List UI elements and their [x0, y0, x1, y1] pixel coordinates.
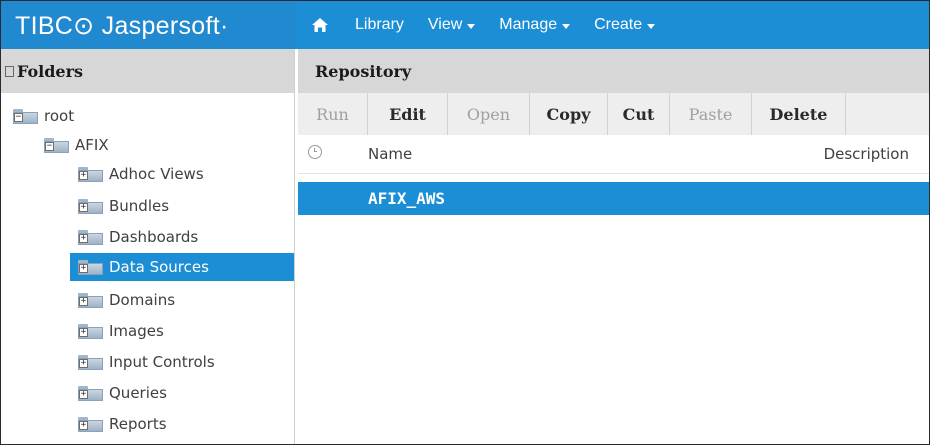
tree-item-input-controls[interactable]: + Input Controls: [78, 348, 215, 376]
folders-title: Folders: [17, 61, 84, 81]
nav-library-label: Library: [355, 16, 404, 33]
edit-button[interactable]: Edit: [368, 93, 448, 135]
tree-item-reports[interactable]: + Reports: [78, 410, 167, 438]
top-navigation-bar: TIBC⊙ Jaspersoft· Library View Manage Cr…: [1, 1, 929, 49]
cut-button[interactable]: Cut: [608, 93, 670, 135]
tree-item-label: Adhoc Views: [109, 165, 204, 183]
table-row[interactable]: AFIX_AWS: [298, 182, 929, 215]
run-button[interactable]: Run: [298, 93, 368, 135]
nav-library[interactable]: Library: [343, 1, 416, 49]
tree-item-label: Queries: [109, 384, 167, 402]
repository-title: Repository: [315, 61, 412, 81]
clock-icon[interactable]: [308, 145, 322, 159]
copy-button[interactable]: Copy: [530, 93, 608, 135]
home-icon: [312, 18, 328, 32]
column-description: Description: [823, 145, 909, 163]
folder-icon: +: [78, 292, 103, 308]
tree-item-bundles[interactable]: + Bundles: [78, 192, 169, 220]
tree-item-label: Images: [109, 322, 164, 340]
nav-manage-label: Manage: [499, 16, 558, 33]
tree-item-label: Data Sources: [109, 258, 209, 276]
folder-icon: −: [13, 108, 38, 124]
tree-item-root[interactable]: − root: [13, 102, 74, 130]
folder-icon: +: [78, 198, 103, 214]
caret-down-icon: [467, 24, 476, 29]
folder-icon: −: [44, 137, 69, 153]
main-nav: Library View Manage Create: [297, 1, 667, 49]
panel-pin-icon[interactable]: [5, 65, 14, 77]
tibco-jaspersoft-logo: TIBC⊙ Jaspersoft·: [15, 12, 229, 40]
tree-item-label: Input Controls: [109, 353, 215, 371]
tree-item-label: Reports: [109, 415, 167, 433]
tree-item-label: Bundles: [109, 197, 170, 215]
delete-button[interactable]: Delete: [752, 93, 846, 135]
nav-view-label: View: [427, 16, 463, 33]
folder-icon: +: [78, 229, 103, 245]
home-button[interactable]: [297, 1, 343, 49]
column-name[interactable]: Name: [368, 145, 412, 163]
tree-item-label: Domains: [109, 291, 176, 309]
nav-create-menu[interactable]: Create: [582, 1, 667, 49]
nav-view-menu[interactable]: View: [416, 1, 487, 49]
tree-item-images[interactable]: + Images: [78, 317, 164, 345]
folder-icon: +: [78, 259, 103, 275]
nav-manage-menu[interactable]: Manage: [487, 1, 582, 49]
tree-item-data-sources[interactable]: + Data Sources: [70, 253, 294, 281]
tree-item-label: AFIX: [75, 136, 109, 154]
caret-down-icon: [562, 24, 571, 29]
folder-icon: +: [78, 323, 103, 339]
tree-item-afix[interactable]: − AFIX: [44, 131, 109, 159]
folder-icon: +: [78, 385, 103, 401]
results-column-header: Name Description: [298, 135, 929, 174]
folder-icon: +: [78, 354, 103, 370]
tree-item-adhoc-views[interactable]: + Adhoc Views: [78, 160, 204, 188]
repository-header: Repository: [298, 49, 929, 93]
folders-panel-header: Folders: [1, 49, 294, 93]
brand-area: TIBC⊙ Jaspersoft·: [1, 1, 297, 49]
resource-name[interactable]: AFIX_AWS: [368, 189, 445, 208]
folders-panel: Folders − root − AFIX + Adhoc Views + Bu…: [1, 49, 294, 444]
tree-item-label: root: [44, 107, 75, 125]
tree-item-dashboards[interactable]: + Dashboards: [78, 223, 198, 251]
open-button[interactable]: Open: [448, 93, 530, 135]
repository-panel: Repository Run Edit Open Copy Cut Paste …: [298, 49, 929, 444]
caret-down-icon: [647, 24, 656, 29]
tree-item-label: Dashboards: [109, 228, 199, 246]
paste-button[interactable]: Paste: [670, 93, 752, 135]
folder-icon: +: [78, 416, 103, 432]
repository-toolbar: Run Edit Open Copy Cut Paste Delete: [298, 93, 929, 135]
app-window: TIBC⊙ Jaspersoft· Library View Manage Cr…: [0, 0, 930, 445]
nav-create-label: Create: [594, 16, 643, 33]
tree-item-domains[interactable]: + Domains: [78, 286, 175, 314]
tree-item-queries[interactable]: + Queries: [78, 379, 167, 407]
folder-icon: +: [78, 166, 103, 182]
